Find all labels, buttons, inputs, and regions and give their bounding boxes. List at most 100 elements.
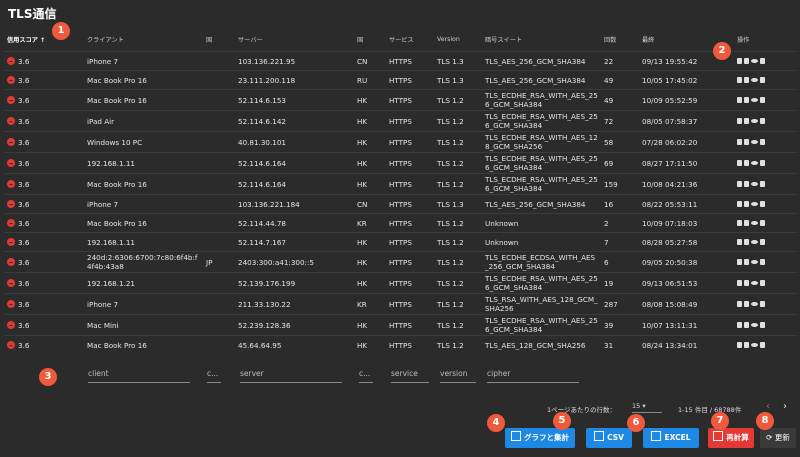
trash-icon[interactable]	[760, 180, 765, 187]
sitemap-icon[interactable]	[737, 76, 742, 83]
col-cipher[interactable]: 暗号スイート	[482, 27, 601, 52]
table-row[interactable]: 3.6 Mac Book Pro 16 52.114.44.78 KR HTTPS TLS…	[4, 213, 797, 233]
file-icon[interactable]	[744, 219, 749, 226]
eye-icon[interactable]	[751, 239, 758, 244]
cipher-filter-input[interactable]: cipher	[487, 365, 579, 383]
table-row[interactable]: 3.6 192.168.1.11 52.114.6.164 HK HTTPS TLS 1.…	[4, 152, 797, 174]
eye-icon[interactable]	[751, 118, 758, 123]
refresh-button[interactable]: ⟳ 更新	[760, 428, 796, 448]
eye-icon[interactable]	[751, 301, 758, 306]
sitemap-icon[interactable]	[737, 159, 742, 166]
trash-icon[interactable]	[760, 219, 765, 226]
file-icon[interactable]	[744, 76, 749, 83]
trash-icon[interactable]	[760, 300, 765, 307]
file-icon[interactable]	[744, 300, 749, 307]
file-icon[interactable]	[744, 57, 749, 64]
trash-icon[interactable]	[760, 96, 765, 103]
eye-icon[interactable]	[751, 181, 758, 186]
next-page-icon[interactable]: ›	[783, 401, 787, 412]
col-client-country[interactable]: 国	[203, 27, 235, 52]
excel-button[interactable]: EXCEL	[643, 428, 699, 448]
sitemap-icon[interactable]	[737, 279, 742, 286]
eye-icon[interactable]	[751, 220, 758, 225]
trash-icon[interactable]	[760, 76, 765, 83]
table-row[interactable]: 3.6 iPhone 7 103.136.221.184 CN HTTPS TLS 1.3…	[4, 194, 797, 214]
table-row[interactable]: 3.6 Mac Book Pro 16 23.111.200.118 RU HTTPS T…	[4, 70, 797, 90]
cell-text: Mac Book Pro 16	[87, 179, 147, 189]
trash-icon[interactable]	[760, 200, 765, 207]
sitemap-icon[interactable]	[737, 219, 742, 226]
col-server-country[interactable]: 国	[354, 27, 386, 52]
table-row[interactable]: 3.6 Mac Book Pro 16 45.64.64.95 HK HTTPS TLS …	[4, 335, 797, 354]
file-icon[interactable]	[744, 200, 749, 207]
file-icon[interactable]	[744, 180, 749, 187]
file-icon[interactable]	[744, 341, 749, 348]
prev-page-icon[interactable]: ‹	[766, 401, 770, 412]
col-service[interactable]: サービス	[386, 27, 434, 52]
trash-icon[interactable]	[760, 341, 765, 348]
eye-icon[interactable]	[751, 58, 758, 63]
col-count[interactable]: 回数	[601, 27, 639, 52]
sitemap-icon[interactable]	[737, 238, 742, 245]
file-icon[interactable]	[744, 138, 749, 145]
sitemap-icon[interactable]	[737, 321, 742, 328]
sitemap-icon[interactable]	[737, 117, 742, 124]
eye-icon[interactable]	[751, 280, 758, 285]
sitemap-icon[interactable]	[737, 341, 742, 348]
recalc-button[interactable]: 再計算	[708, 428, 754, 448]
client-filter-input[interactable]: client	[88, 365, 190, 383]
table-row[interactable]: 3.6 192.168.1.21 52.139.176.199 HK HTTPS TLS …	[4, 272, 797, 294]
eye-icon[interactable]	[751, 77, 758, 82]
col-client[interactable]: クライアント	[84, 27, 203, 52]
rows-per-page-select[interactable]: 15 ▾	[632, 402, 662, 413]
file-icon[interactable]	[744, 96, 749, 103]
trash-icon[interactable]	[760, 258, 765, 265]
eye-icon[interactable]	[751, 97, 758, 102]
table-row[interactable]: 3.6 iPhone 7 103.136.221.95 CN HTTPS TLS 1.3 T…	[4, 51, 797, 71]
trash-icon[interactable]	[760, 57, 765, 64]
eye-icon[interactable]	[751, 139, 758, 144]
sitemap-icon[interactable]	[737, 200, 742, 207]
file-icon[interactable]	[744, 279, 749, 286]
trash-icon[interactable]	[760, 321, 765, 328]
file-icon[interactable]	[744, 159, 749, 166]
table-row[interactable]: 3.6 iPhone 7 211.33.130.22 KR HTTPS TLS 1.2 TL…	[4, 293, 797, 315]
col-version[interactable]: Version	[434, 27, 482, 52]
file-icon[interactable]	[744, 258, 749, 265]
table-row[interactable]: 3.6 Windows 10 PC 40.81.30.101 HK HTTPS TLS 1…	[4, 131, 797, 153]
eye-icon[interactable]	[751, 160, 758, 165]
trash-icon[interactable]	[760, 159, 765, 166]
eye-icon[interactable]	[751, 322, 758, 327]
table-row[interactable]: 3.6 Mac Book Pro 16 52.114.6.164 HK HTTPS TLS…	[4, 173, 797, 195]
file-icon[interactable]	[744, 117, 749, 124]
col-score[interactable]: 信用スコア ↑	[4, 27, 84, 52]
eye-icon[interactable]	[751, 259, 758, 264]
trash-icon[interactable]	[760, 238, 765, 245]
table-row[interactable]: 3.6 iPad Air 52.114.6.142 HK HTTPS TLS 1.2 TLS…	[4, 110, 797, 132]
trash-icon[interactable]	[760, 279, 765, 286]
file-icon[interactable]	[744, 238, 749, 245]
sitemap-icon[interactable]	[737, 138, 742, 145]
table-row[interactable]: 3.6 240d:2:6306:6700:7c80:6f4b:f4f4b:43a8…	[4, 251, 797, 273]
server-filter-input[interactable]: server	[240, 365, 342, 383]
version-filter-input[interactable]: version	[440, 365, 476, 383]
file-icon[interactable]	[744, 321, 749, 328]
trash-icon[interactable]	[760, 117, 765, 124]
sitemap-icon[interactable]	[737, 258, 742, 265]
eye-icon[interactable]	[751, 201, 758, 206]
client-country-filter[interactable]: c...	[207, 365, 221, 383]
chart-button[interactable]: グラフと集計	[505, 428, 575, 448]
eye-icon[interactable]	[751, 342, 758, 347]
sitemap-icon[interactable]	[737, 180, 742, 187]
csv-button[interactable]: CSV	[586, 428, 632, 448]
table-row[interactable]: 3.6 Mac Mini 52.239.128.36 HK HTTPS TLS 1.2 TL…	[4, 314, 797, 336]
table-row[interactable]: 3.6 192.168.1.11 52.114.7.167 HK HTTPS TLS 1.…	[4, 232, 797, 252]
trash-icon[interactable]	[760, 138, 765, 145]
table-row[interactable]: 3.6 Mac Book Pro 16 52.114.6.153 HK HTTPS TLS…	[4, 89, 797, 111]
sitemap-icon[interactable]	[737, 57, 742, 64]
sitemap-icon[interactable]	[737, 96, 742, 103]
server-country-filter[interactable]: c...	[359, 365, 373, 383]
col-server[interactable]: サーバー	[235, 27, 354, 52]
service-filter-input[interactable]: service	[391, 365, 429, 383]
sitemap-icon[interactable]	[737, 300, 742, 307]
